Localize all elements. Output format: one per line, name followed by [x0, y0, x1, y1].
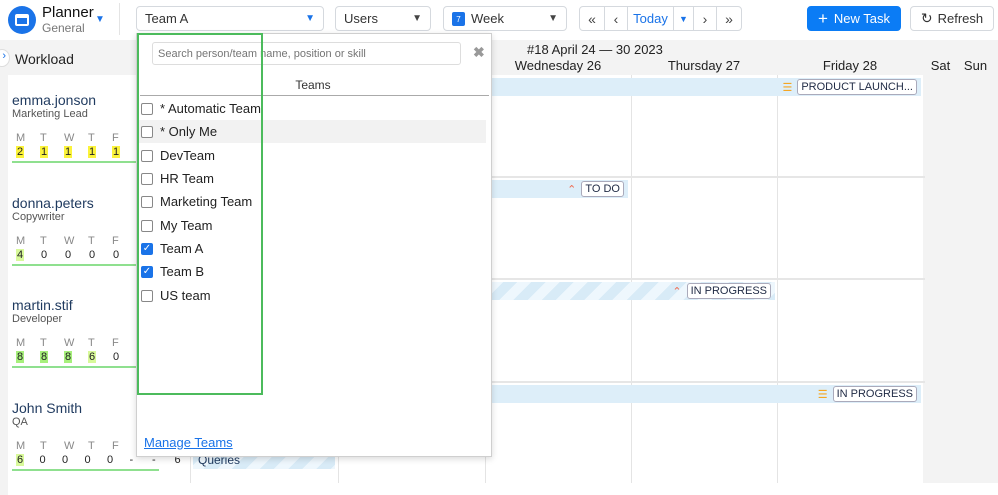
status-badge: TO DO: [581, 181, 624, 197]
weekday: F: [112, 235, 119, 247]
hours: 1: [64, 146, 73, 158]
new-task-button[interactable]: + New Task: [807, 6, 901, 31]
weekday: T: [88, 235, 95, 247]
weekday: F: [112, 132, 119, 144]
hours: 8: [64, 351, 73, 363]
weekday: W: [64, 337, 75, 349]
day-column[interactable]: [631, 75, 777, 485]
period-select-value: Week: [471, 11, 504, 26]
hours: -: [129, 454, 134, 466]
weekday: T: [88, 132, 95, 144]
weekday: W: [64, 440, 75, 452]
app-logo-icon: [8, 6, 36, 34]
hours: 1: [112, 146, 121, 158]
priority-medium-icon: ☰: [817, 388, 828, 401]
weekday: M: [16, 132, 26, 144]
workload-line: [12, 366, 152, 368]
hours: 8: [16, 351, 25, 363]
users-select-value: Users: [344, 11, 378, 26]
new-task-label: New Task: [833, 11, 891, 26]
hours: 0: [113, 249, 120, 261]
day-header: Sun: [963, 58, 988, 73]
day-header: Wednesday 26: [514, 58, 602, 73]
chevron-down-icon: ▼: [548, 13, 558, 24]
refresh-icon: ↻: [920, 10, 933, 26]
weekday: T: [40, 235, 47, 247]
team-select[interactable]: Team A ▼: [136, 6, 324, 31]
hours: 8: [40, 351, 49, 363]
weekday: W: [64, 235, 75, 247]
status-badge: IN PROGRESS: [832, 386, 917, 402]
weekday: T: [40, 337, 47, 349]
users-select[interactable]: Users ▼: [335, 6, 431, 31]
weekday: M: [16, 235, 26, 247]
first-page-icon[interactable]: «: [580, 7, 605, 30]
day-column[interactable]: [777, 75, 923, 485]
period-select[interactable]: 7 Week ▼: [443, 6, 567, 31]
last-page-icon[interactable]: »: [717, 7, 741, 30]
today-dropdown-icon[interactable]: ▼: [674, 7, 694, 30]
weekday: F: [112, 337, 119, 349]
prev-icon[interactable]: ‹: [605, 7, 628, 30]
day-header: Friday 28: [822, 58, 878, 73]
clear-icon[interactable]: ✖: [473, 44, 485, 61]
day-header: Sat: [930, 58, 951, 73]
workload-line: [12, 161, 152, 163]
hours: 0: [39, 454, 46, 466]
hours: 0: [107, 454, 114, 466]
refresh-label: Refresh: [937, 11, 984, 26]
hours: 0: [62, 454, 69, 466]
hours: 0: [89, 249, 96, 261]
weekday: M: [16, 337, 26, 349]
priority-high-icon: ⌃: [672, 285, 682, 298]
hours: 1: [88, 146, 97, 158]
date-navigation: « ‹ Today ▼ › »: [579, 6, 742, 31]
hours: 0: [65, 249, 72, 261]
weekday: T: [40, 132, 47, 144]
hours: 0: [84, 454, 91, 466]
plus-icon: +: [817, 8, 828, 28]
hours: 1: [40, 146, 49, 158]
workload-line: [12, 469, 159, 471]
calendar-icon: 7: [452, 11, 465, 26]
priority-medium-icon: ☰: [782, 81, 793, 94]
weekday: T: [40, 440, 47, 452]
team-select-value: Team A: [145, 11, 189, 26]
divider: [119, 3, 120, 35]
weekday: W: [64, 132, 75, 144]
next-icon[interactable]: ›: [694, 7, 717, 30]
day-column[interactable]: [485, 75, 631, 485]
hours: 6: [88, 351, 97, 363]
hours: 4: [16, 249, 25, 261]
hours: 2: [16, 146, 25, 158]
weekday: F: [112, 440, 119, 452]
chevron-down-icon: ▼: [412, 13, 422, 24]
hours: 0: [41, 249, 48, 261]
sidebar-title: Workload: [15, 51, 74, 67]
hours: 0: [113, 351, 120, 363]
workload-line: [12, 264, 152, 266]
refresh-button[interactable]: ↻ Refresh: [910, 6, 994, 31]
status-badge: PRODUCT LAUNCH...: [797, 79, 917, 95]
hours: 6: [16, 454, 25, 466]
chevron-down-icon: ▼: [305, 13, 315, 24]
status-badge: IN PROGRESS: [686, 283, 771, 299]
weekday: T: [88, 337, 95, 349]
today-button[interactable]: Today: [628, 7, 674, 30]
manage-teams-link[interactable]: Manage Teams: [144, 435, 233, 450]
app-switcher[interactable]: Planner General ▼: [42, 4, 112, 35]
priority-highest-icon: ⌃: [567, 183, 577, 196]
weekday: T: [88, 440, 95, 452]
week-title: #18 April 24 — 30 2023: [527, 42, 663, 57]
footer-space: [8, 483, 998, 495]
weekday: M: [16, 440, 26, 452]
highlight-box: [137, 33, 263, 395]
day-header: Thursday 27: [667, 58, 741, 73]
chevron-down-icon: ▼: [95, 14, 105, 25]
